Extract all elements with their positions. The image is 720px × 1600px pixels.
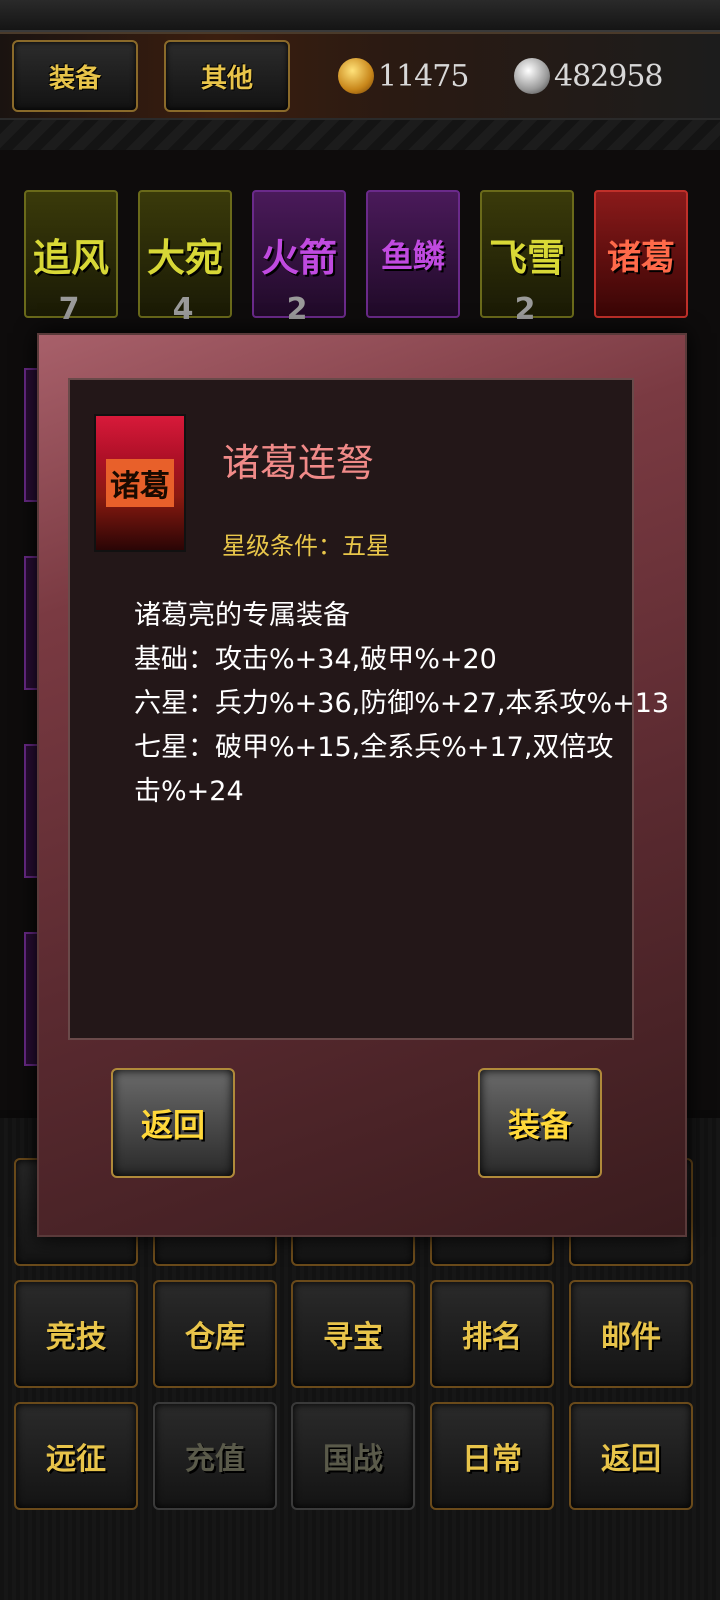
menu-daily-button[interactable]: 日常 xyxy=(430,1402,554,1510)
menu-warehouse-button[interactable]: 仓库 xyxy=(153,1280,277,1388)
decorative-band xyxy=(0,120,720,150)
silver-amount: 482958 xyxy=(554,58,664,94)
back-button[interactable]: 返回 xyxy=(111,1068,235,1178)
tab-other[interactable]: 其他 xyxy=(164,40,290,112)
top-bar xyxy=(0,0,720,32)
desc-line: 基础：攻击%+34,破甲%+20 xyxy=(134,644,497,675)
equip-button[interactable]: 装备 xyxy=(478,1068,602,1178)
gold-ingot-icon xyxy=(338,58,374,94)
silver-currency: 482958 xyxy=(514,56,664,96)
gold-amount: 11475 xyxy=(378,58,469,94)
card-zhuge[interactable]: 诸葛 xyxy=(594,190,688,318)
card-count: 2 xyxy=(286,292,308,327)
item-zhuge-icon: 诸葛 xyxy=(94,414,186,552)
item-name: 诸葛连弩 xyxy=(222,441,375,485)
silver-ingot-icon xyxy=(514,58,550,94)
menu-arena-button[interactable]: 竞技 xyxy=(14,1280,138,1388)
header-bar: 装备 其他 11475 482958 xyxy=(0,32,720,122)
menu-ranking-button[interactable]: 排名 xyxy=(430,1280,554,1388)
menu-nationwar-button[interactable]: 国战 xyxy=(291,1402,415,1510)
card-count: 7 xyxy=(58,292,80,327)
item-star-condition: 星级条件：五星 xyxy=(222,532,390,560)
card-count: 4 xyxy=(172,292,194,327)
item-description: 诸葛亮的专属装备 基础：攻击%+34,破甲%+20 六星：兵力%+36,防御%+… xyxy=(134,594,720,814)
menu-treasure-button[interactable]: 寻宝 xyxy=(291,1280,415,1388)
menu-back-button[interactable]: 返回 xyxy=(569,1402,693,1510)
tab-equip[interactable]: 装备 xyxy=(12,40,138,112)
menu-expedition-button[interactable]: 远征 xyxy=(14,1402,138,1510)
gold-currency: 11475 xyxy=(338,56,469,96)
card-yulin[interactable]: 鱼鳞 xyxy=(366,190,460,318)
desc-line: 七星：破甲%+15,全系兵%+17,双倍攻击%+24 xyxy=(134,732,614,807)
item-icon-label: 诸葛 xyxy=(106,459,174,507)
card-count: 2 xyxy=(514,292,536,327)
menu-mail-button[interactable]: 邮件 xyxy=(569,1280,693,1388)
desc-line: 六星：兵力%+36,防御%+27,本系攻%+13 xyxy=(134,688,670,719)
menu-recharge-button[interactable]: 充值 xyxy=(153,1402,277,1510)
desc-line: 诸葛亮的专属装备 xyxy=(134,600,350,631)
